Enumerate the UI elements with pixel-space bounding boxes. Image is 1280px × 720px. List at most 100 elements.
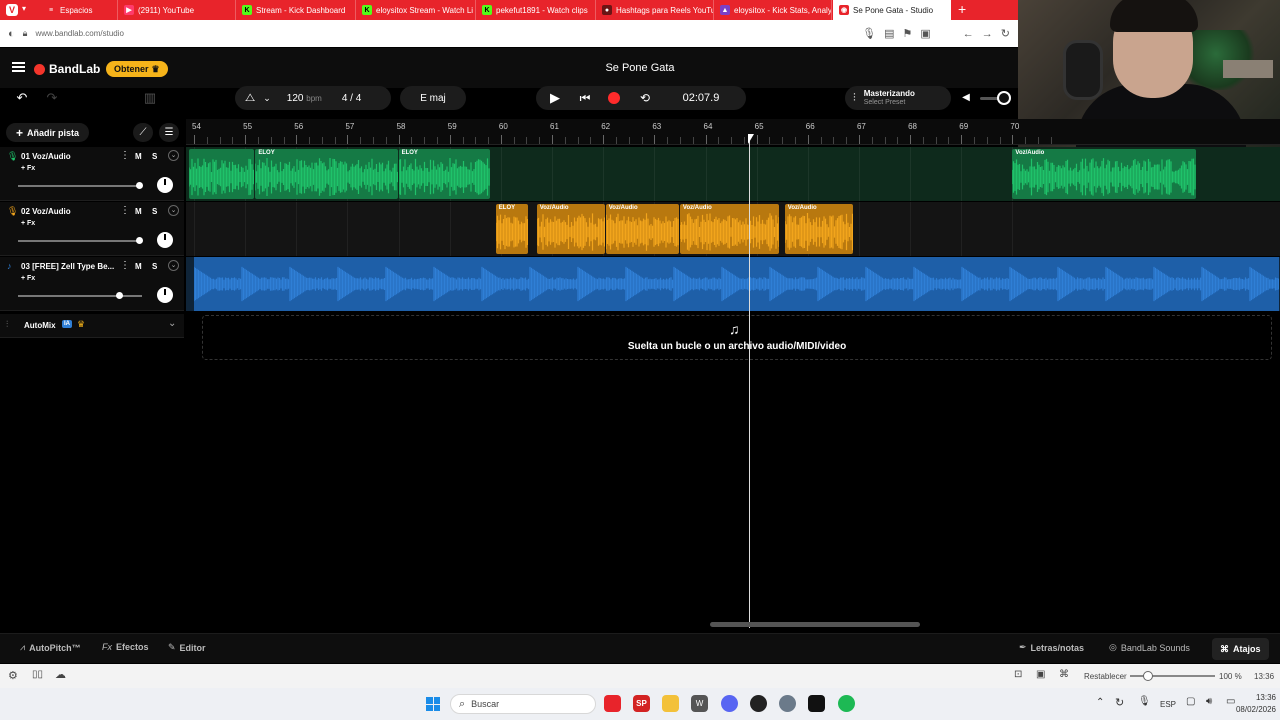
word-taskbar-icon[interactable]: W xyxy=(691,695,708,712)
url-field[interactable]: www.bandlab.com/studio xyxy=(35,29,854,38)
language-indicator[interactable]: ESP xyxy=(1160,700,1176,709)
loop-icon[interactable]: ⟲ xyxy=(636,86,654,110)
master-volume-knob[interactable] xyxy=(997,91,1011,105)
chevron-down-icon[interactable]: ▾ xyxy=(22,4,26,13)
audio-clip[interactable]: Voz/Audio xyxy=(679,204,779,254)
autopitch-button[interactable]: ⩘ AutoPitch™ xyxy=(20,642,81,653)
audio-clip[interactable]: ELOY xyxy=(495,204,529,254)
vivaldi-taskbar-icon[interactable] xyxy=(604,695,621,712)
forward-arrow-icon[interactable]: → xyxy=(982,28,993,40)
discord-taskbar-icon[interactable] xyxy=(721,695,738,712)
bookmark-icon[interactable]: ⚑ xyxy=(903,27,913,40)
zoom-slider-knob[interactable] xyxy=(1143,671,1153,681)
reader-icon[interactable]: ▤ xyxy=(884,27,894,40)
audio-clip[interactable]: Voz/Audio xyxy=(784,204,853,254)
timeline-ruler[interactable]: 54 55 56 57 58 59 60 61 62 63 64 65 66 67 68 69 70 xyxy=(186,119,1280,145)
pan-knob[interactable] xyxy=(157,232,173,248)
browser-tab[interactable]: ◉ Se Pone Gata - Studio xyxy=(833,0,951,20)
speaker-icon[interactable]: ◀ xyxy=(958,86,974,110)
more-options-icon[interactable]: ⋮ xyxy=(120,260,130,271)
spotify-taskbar-icon[interactable] xyxy=(838,695,855,712)
new-tab-button[interactable]: + xyxy=(958,1,966,17)
solo-button[interactable]: S xyxy=(152,207,157,216)
key-selector[interactable]: E maj xyxy=(400,86,466,110)
chevron-down-icon[interactable]: ⌄ xyxy=(168,260,179,271)
time-signature[interactable]: 4 / 4 xyxy=(342,93,361,104)
track-lane[interactable]: ELOY Voz/Audio Voz/Audio Voz/Audio Voz/Audio xyxy=(186,202,1280,256)
volume-slider-knob[interactable] xyxy=(135,237,143,244)
record-button[interactable] xyxy=(608,92,620,104)
browser-tab[interactable]: ≡ Espacios xyxy=(40,0,118,20)
track-name[interactable]: 03 [FREE] Zell Type Be... xyxy=(21,262,116,271)
browser-tab[interactable]: ▶ (2911) YouTube xyxy=(118,0,236,20)
cloud-icon[interactable]: ☁ xyxy=(55,668,66,681)
chevron-down-icon[interactable]: ⌄ xyxy=(168,205,179,216)
track-name[interactable]: 02 Voz/Audio xyxy=(21,207,116,216)
audio-clip[interactable] xyxy=(188,149,255,199)
add-track-button[interactable]: + Añadir pista xyxy=(6,123,90,142)
browser-tab[interactable]: Kpekefut1891 - Watch clips xyxy=(476,0,596,20)
reload-icon[interactable]: ↻ xyxy=(1001,27,1010,40)
volume-slider-knob[interactable] xyxy=(135,182,143,189)
piano-icon[interactable]: ▥ xyxy=(140,86,160,110)
editor-button[interactable]: ✎ Editor xyxy=(168,642,206,653)
menu-icon[interactable] xyxy=(12,62,25,72)
track-settings-icon[interactable]: ☰ xyxy=(159,123,179,142)
panel-icon[interactable]: ▣ xyxy=(920,27,930,40)
more-options-icon[interactable]: ⋮ xyxy=(120,205,130,216)
wifi-icon[interactable]: ▢ xyxy=(1186,696,1195,707)
audio-clip[interactable]: ELOY xyxy=(255,149,398,199)
shortcuts-button[interactable]: ⌘ Atajos xyxy=(1212,638,1269,660)
track-name[interactable]: 01 Voz/Audio xyxy=(21,152,116,161)
windows-start-icon[interactable] xyxy=(426,697,440,711)
automation-icon[interactable]: ⟋ xyxy=(133,123,153,142)
settings-taskbar-icon[interactable] xyxy=(779,695,796,712)
browser-tab[interactable]: ▲ eloysitox - Kick Stats, Analy xyxy=(714,0,832,20)
audio-clip[interactable]: Voz/Audio xyxy=(1012,149,1196,199)
tray-app-icon[interactable]: ↻ xyxy=(1115,696,1124,709)
settings-icon[interactable]: ⚙ xyxy=(8,669,18,682)
add-fx-button[interactable]: + Fx xyxy=(21,220,35,227)
volume-slider-track[interactable] xyxy=(18,295,142,297)
chevron-down-icon[interactable]: ⌄ xyxy=(168,318,176,329)
back-arrow-icon[interactable]: ← xyxy=(963,28,974,40)
volume-slider-knob[interactable] xyxy=(115,292,123,299)
chevron-down-icon[interactable]: ⌄ xyxy=(263,93,271,104)
tray-mic-icon[interactable]: 🎙︎ xyxy=(1138,696,1151,707)
clock-date[interactable]: 08/02/2026 xyxy=(1228,705,1276,714)
microphone-icon[interactable]: 🎙︎ xyxy=(862,27,876,40)
panel-toggle-icon[interactable]: ▯▯ xyxy=(32,669,43,680)
add-fx-button[interactable]: + Fx xyxy=(21,165,35,172)
track-header[interactable]: 🎙︎ 01 Voz/Audio + Fx ⋮ M S ⌄ xyxy=(0,147,184,201)
sp-taskbar-icon[interactable]: SP xyxy=(633,695,650,712)
audio-clip[interactable]: Voz/Audio xyxy=(605,204,679,254)
shield-icon[interactable]: ◐ xyxy=(8,28,15,40)
play-icon[interactable]: ▶ xyxy=(546,86,564,110)
track-header[interactable]: ♪ 03 [FREE] Zell Type Be... + Fx ⋮ M S ⌄ xyxy=(0,257,184,311)
browser-tab[interactable]: K Stream - Kick Dashboard xyxy=(236,0,356,20)
bandlab-sounds-button[interactable]: ◎ BandLab Sounds xyxy=(1109,642,1190,653)
solo-button[interactable]: S xyxy=(152,152,157,161)
horizontal-scrollbar[interactable] xyxy=(710,622,920,627)
pan-knob[interactable] xyxy=(157,177,173,193)
more-options-icon[interactable]: ⋮ xyxy=(120,150,130,161)
clock-time[interactable]: 13:36 xyxy=(1240,693,1276,702)
volume-icon[interactable]: 🔊︎ xyxy=(1206,696,1212,707)
redo-icon[interactable]: ↷ xyxy=(42,86,62,110)
volume-slider-track[interactable] xyxy=(18,240,142,242)
vivaldi-menu-icon[interactable]: V xyxy=(6,4,18,16)
capcut-taskbar-icon[interactable] xyxy=(808,695,825,712)
pan-knob[interactable] xyxy=(157,287,173,303)
undo-icon[interactable]: ↶ xyxy=(12,86,32,110)
page-actions-icon[interactable]: ⌘ xyxy=(1059,669,1069,680)
metronome-icon[interactable]: ⧍ xyxy=(245,92,255,105)
solo-button[interactable]: S xyxy=(152,262,157,271)
capture-icon[interactable]: ⊡ xyxy=(1014,669,1022,680)
effects-button[interactable]: Fx Efectos xyxy=(102,642,149,652)
bandlab-logo[interactable]: BandLab xyxy=(34,62,100,76)
mute-button[interactable]: M xyxy=(135,207,142,216)
project-title[interactable]: Se Pone Gata xyxy=(560,62,720,74)
audio-clip[interactable]: Voz/Audio xyxy=(536,204,605,254)
browser-tab[interactable]: ● Hashtags para Reels YouTu xyxy=(596,0,714,20)
reset-zoom-label[interactable]: Restablecer xyxy=(1084,672,1127,681)
